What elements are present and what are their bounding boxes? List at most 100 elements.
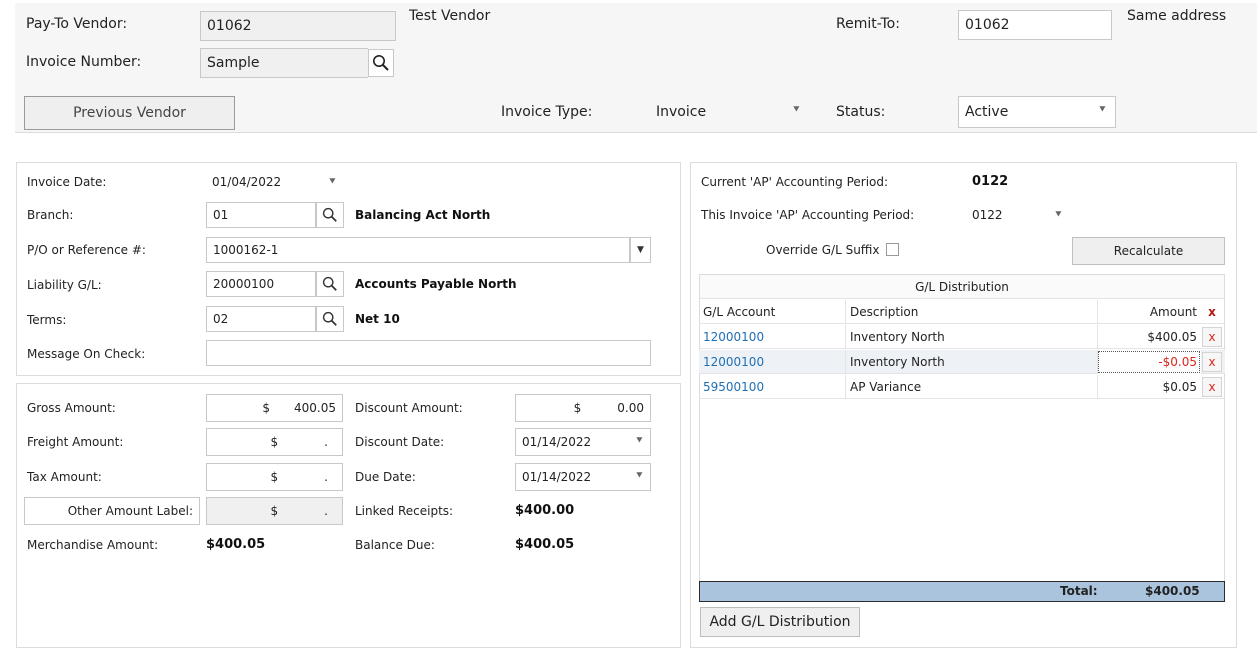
add-gl-distribution-button[interactable]: Add G/L Distribution [700, 607, 860, 637]
balance-due-label: Balance Due: [355, 538, 435, 552]
gross-amount-field[interactable]: $ 400.05 [206, 394, 343, 422]
other-amount-field[interactable]: $ . [206, 497, 343, 525]
gl-header-row: G/L Account Description Amount x [699, 300, 1225, 324]
branch-field[interactable]: 01 [206, 202, 316, 228]
search-icon [322, 207, 337, 222]
liability-gl-name: Accounts Payable North [355, 277, 517, 291]
decimal-dot: . [324, 504, 328, 518]
chevron-down-icon[interactable]: ⯆ [1054, 208, 1063, 222]
po-dropdown-button[interactable]: ▼ [630, 237, 651, 263]
linked-receipts-value: $400.00 [515, 503, 575, 518]
invoice-type-select[interactable]: Invoice [650, 96, 812, 128]
currency-symbol: $ [270, 435, 279, 449]
pay-to-vendor-label: Pay-To Vendor: [26, 16, 128, 32]
status-label: Status: [836, 104, 886, 120]
table-row[interactable]: 12000100 Inventory North $400.05 x [699, 325, 1225, 349]
invoice-date-field[interactable]: 01/04/2022 [206, 169, 348, 195]
chevron-down-icon[interactable]: ⯆ [1098, 103, 1107, 117]
terms-name: Net 10 [355, 312, 400, 326]
vendor-name: Test Vendor [409, 8, 491, 24]
invoice-type-label: Invoice Type: [501, 104, 593, 120]
close-icon[interactable]: x [1202, 352, 1222, 372]
liability-gl-label: Liability G/L: [27, 278, 102, 292]
branch-name: Balancing Act North [355, 208, 491, 222]
other-amount-label-field[interactable]: Other Amount Label: [24, 497, 200, 525]
terms-search-button[interactable] [316, 306, 344, 332]
gl-account-link[interactable]: 12000100 [703, 350, 764, 374]
gl-description: Inventory North [845, 350, 1095, 374]
merchandise-amount-value: $400.05 [206, 537, 266, 552]
invoice-search-button[interactable] [368, 49, 394, 77]
gl-col-delete: x [1208, 305, 1216, 319]
currency-symbol: $ [573, 401, 582, 415]
recalculate-button[interactable]: Recalculate [1072, 237, 1225, 265]
currency-symbol: $ [270, 504, 279, 518]
previous-vendor-button[interactable]: Previous Vendor [24, 96, 235, 130]
close-icon[interactable]: x [1202, 327, 1222, 347]
gl-col-account: G/L Account [703, 305, 776, 319]
invoice-period-label: This Invoice 'AP' Accounting Period: [701, 208, 915, 222]
gl-col-description: Description [845, 300, 1095, 324]
override-gl-suffix-checkbox[interactable] [886, 243, 899, 256]
branch-label: Branch: [27, 208, 74, 222]
gl-amount[interactable]: -$0.05 [1097, 350, 1201, 374]
gl-amount[interactable]: $400.05 [1097, 325, 1201, 349]
gl-total-label: Total: [1060, 584, 1098, 598]
invoice-date-label: Invoice Date: [27, 175, 107, 189]
decimal-dot: . [324, 470, 328, 484]
gross-amount-label: Gross Amount: [27, 401, 116, 415]
remit-to-field[interactable]: 01062 [958, 10, 1112, 40]
chevron-down-icon[interactable]: ⯆ [635, 469, 644, 483]
status-value: Active [965, 104, 1009, 120]
table-row[interactable]: 59500100 AP Variance $0.05 x [699, 375, 1225, 399]
gl-total-bar: Total: $400.05 [699, 581, 1225, 602]
terms-label: Terms: [27, 313, 67, 327]
gl-distribution-title: G/L Distribution [700, 275, 1224, 299]
discount-date-label: Discount Date: [355, 435, 445, 449]
terms-field[interactable]: 02 [206, 306, 316, 332]
gl-total-value: $400.05 [1145, 584, 1200, 598]
pay-to-vendor-field[interactable]: 01062 [200, 11, 396, 41]
po-label: P/O or Reference #: [27, 243, 146, 257]
gl-col-amount: Amount [1097, 300, 1201, 324]
gl-account-link[interactable]: 59500100 [703, 375, 764, 399]
balance-due-value: $400.05 [515, 537, 575, 552]
freight-amount-field[interactable]: $ . [206, 428, 343, 456]
linked-receipts-label: Linked Receipts: [355, 504, 454, 518]
message-on-check-field[interactable] [206, 340, 651, 366]
invoice-number-label: Invoice Number: [26, 54, 142, 70]
table-row[interactable]: 12000100 Inventory North -$0.05 x [699, 350, 1225, 374]
po-field[interactable]: 1000162-1 [206, 237, 630, 263]
due-date-field[interactable]: 01/14/2022 [515, 463, 651, 491]
search-icon [322, 311, 337, 326]
currency-symbol: $ [262, 401, 270, 415]
gl-description: Inventory North [845, 325, 1095, 349]
remit-address: Same address [1127, 8, 1227, 24]
decimal-dot: . [324, 435, 328, 449]
tax-amount-label: Tax Amount: [27, 470, 102, 484]
freight-amount-label: Freight Amount: [27, 435, 124, 449]
gl-amount[interactable]: $0.05 [1097, 375, 1201, 399]
invoice-number-field[interactable]: Sample [200, 48, 368, 78]
liability-gl-field[interactable]: 20000100 [206, 271, 316, 297]
merchandise-amount-label: Merchandise Amount: [27, 538, 159, 552]
search-icon [373, 55, 389, 71]
status-select[interactable]: Active [958, 96, 1116, 128]
chevron-down-icon[interactable]: ⯆ [635, 434, 644, 448]
discount-amount-value: 0.00 [617, 401, 644, 415]
branch-search-button[interactable] [316, 202, 344, 228]
due-date-label: Due Date: [355, 470, 416, 484]
chevron-down-icon[interactable]: ⯆ [328, 175, 337, 189]
liability-gl-search-button[interactable] [316, 271, 344, 297]
tax-amount-field[interactable]: $ . [206, 463, 343, 491]
chevron-down-icon[interactable]: ⯆ [792, 103, 801, 117]
currency-symbol: $ [270, 470, 279, 484]
current-period-label: Current 'AP' Accounting Period: [701, 175, 889, 189]
gl-account-link[interactable]: 12000100 [703, 325, 764, 349]
gl-description: AP Variance [845, 375, 1095, 399]
gross-amount-value: 400.05 [294, 401, 336, 415]
invoice-type-value: Invoice [656, 104, 707, 120]
discount-amount-field[interactable]: $ 0.00 [515, 394, 651, 422]
close-icon[interactable]: x [1202, 377, 1222, 397]
discount-date-field[interactable]: 01/14/2022 [515, 428, 651, 456]
